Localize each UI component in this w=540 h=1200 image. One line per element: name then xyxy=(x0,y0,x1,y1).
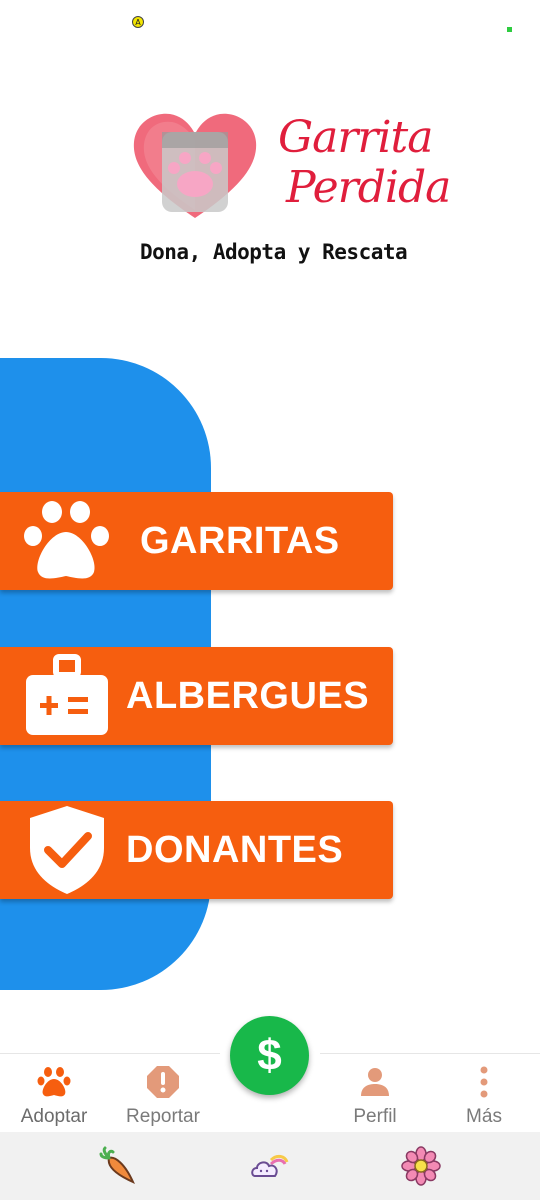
albergues-button[interactable]: ALBERGUES xyxy=(0,647,393,745)
alert-icon xyxy=(145,1064,181,1100)
flower-icon[interactable] xyxy=(401,1146,441,1186)
kit-icon xyxy=(22,651,112,741)
nav-label-perfil: Perfil xyxy=(353,1106,397,1127)
brand-name-line1: Garrita xyxy=(278,112,433,163)
nav-item-reportar[interactable]: Reportar xyxy=(109,1054,217,1133)
brand-name-line2: Perdida xyxy=(286,162,451,213)
donate-fab-button[interactable]: $ xyxy=(230,1016,309,1095)
paw-icon xyxy=(36,1064,72,1100)
nav-label-reportar: Reportar xyxy=(126,1106,200,1127)
garritas-button[interactable]: GARRITAS xyxy=(0,492,393,590)
cloud-rainbow-icon[interactable] xyxy=(249,1146,289,1186)
nav-label-adoptar: Adoptar xyxy=(20,1106,88,1127)
status-indicator: A xyxy=(132,16,144,28)
donantes-label: DONANTES xyxy=(126,828,344,871)
tagline: Dona, Adopta y Rescata xyxy=(140,240,408,264)
nav-item-mas[interactable]: Más xyxy=(430,1054,538,1133)
carrot-icon[interactable] xyxy=(99,1146,139,1186)
garritas-label: GARRITAS xyxy=(140,519,340,562)
donantes-button[interactable]: DONANTES xyxy=(0,801,393,899)
shield-check-icon xyxy=(22,805,112,895)
status-dot xyxy=(507,27,512,32)
nav-item-adoptar[interactable]: Adoptar xyxy=(0,1054,108,1133)
albergues-label: ALBERGUES xyxy=(126,674,370,717)
paw-icon xyxy=(22,496,112,586)
system-bar xyxy=(0,1132,540,1200)
nav-label-mas: Más xyxy=(466,1106,502,1127)
more-vert-icon xyxy=(466,1064,502,1100)
heart-paw-icon xyxy=(133,113,257,218)
person-icon xyxy=(357,1064,393,1100)
nav-item-perfil[interactable]: Perfil xyxy=(321,1054,429,1133)
